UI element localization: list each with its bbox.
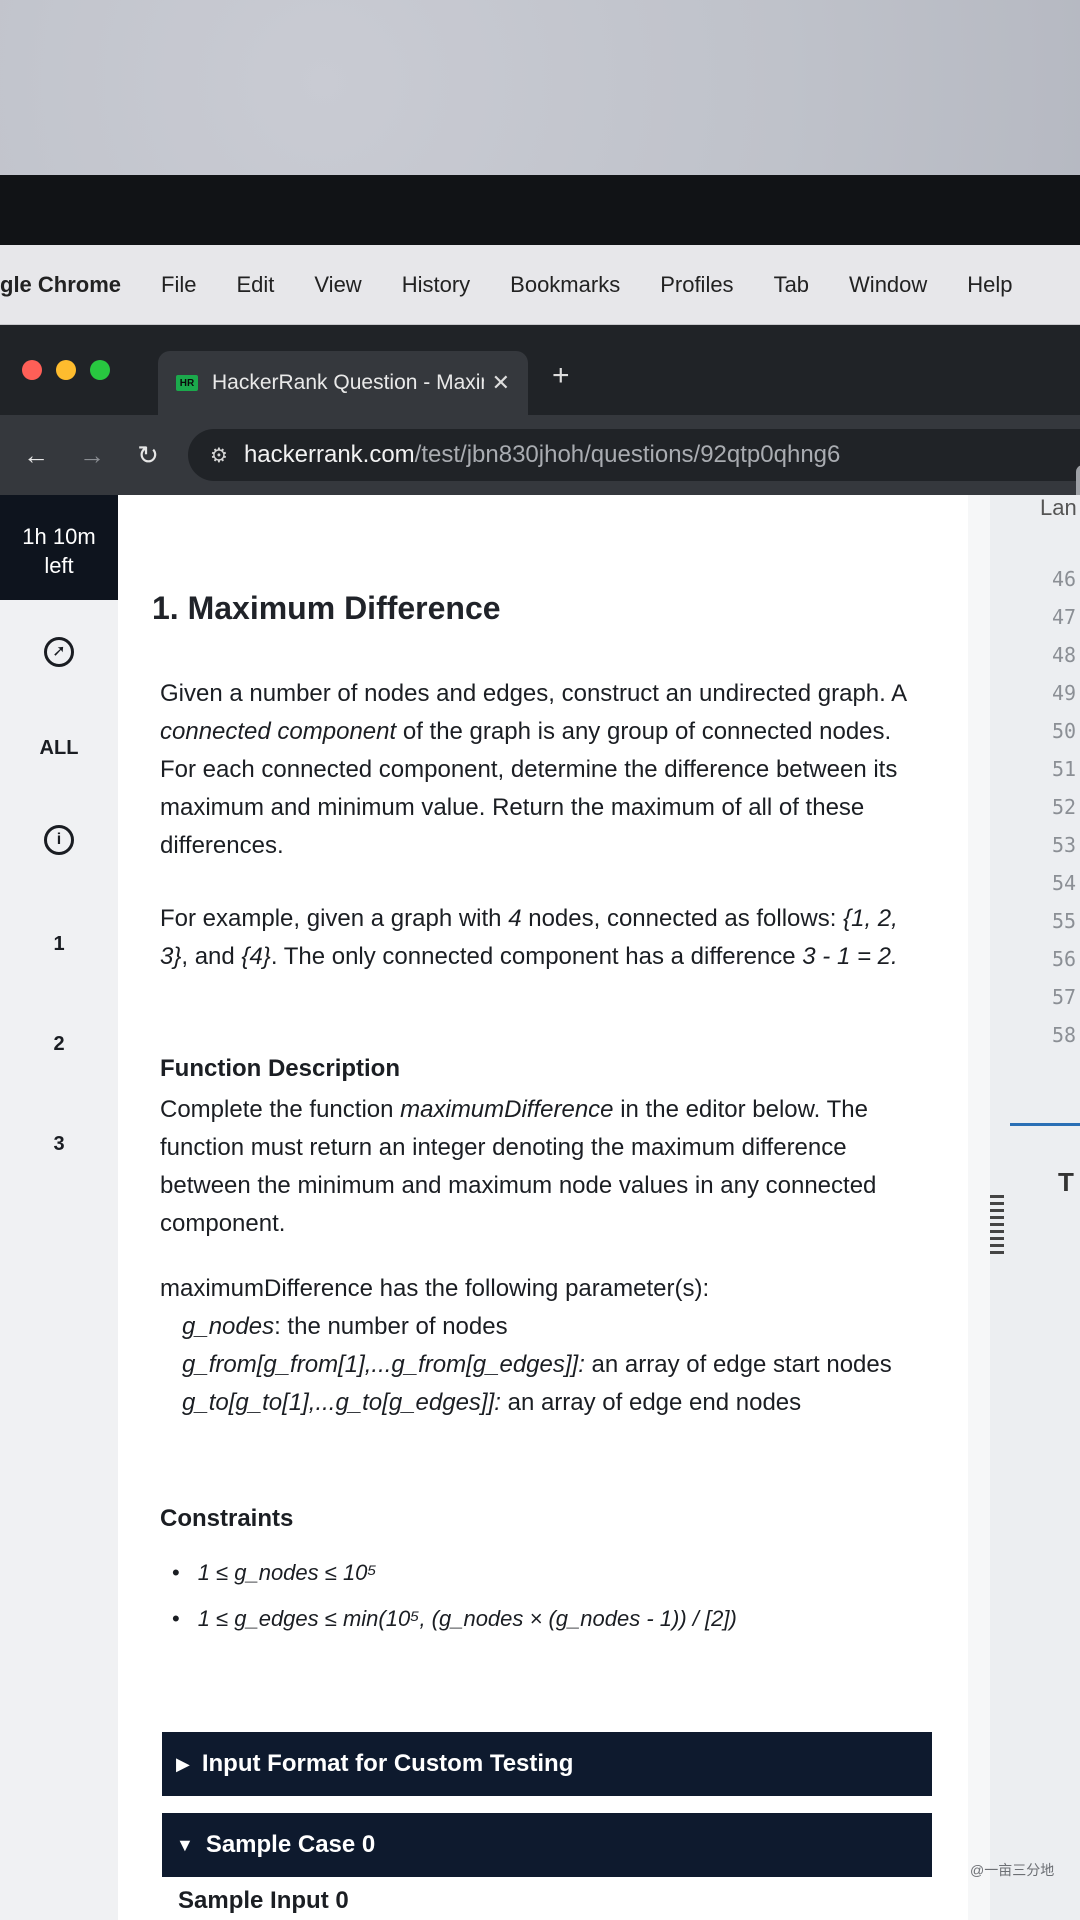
url-host: hackerrank.com <box>243 441 415 468</box>
line-number: 56 <box>1052 947 1077 971</box>
panel-resize-grip[interactable] <box>990 1195 1004 1255</box>
function-description-heading: Function Description <box>160 1055 400 1082</box>
browser-toolbar: ← → ↻ ⚙ hackerrank.com/test/jbn830jhoh/q… <box>0 415 1080 495</box>
forward-arrow-icon[interactable]: → <box>72 440 112 471</box>
line-number: 49 <box>1052 681 1077 705</box>
line-number: 47 <box>1052 605 1077 629</box>
line-number: 50 <box>1052 719 1077 743</box>
tab-title: HackerRank Question - Maxin <box>212 371 484 394</box>
sample-input-heading: Sample Input 0 <box>178 1887 349 1914</box>
minimize-window-button[interactable] <box>56 360 76 380</box>
mac-menu-bar: gle Chrome File Edit View History Bookma… <box>0 245 1080 325</box>
menu-window[interactable]: Window <box>849 272 927 298</box>
info-icon: i <box>44 825 74 855</box>
watermark-text: @一亩三分地 <box>970 1862 1055 1878</box>
line-number: 57 <box>1052 985 1077 1009</box>
browser-tab-active[interactable]: HR HackerRank Question - Maxin ✕ <box>158 351 528 415</box>
param-g-from: g_from[g_from[1],...g_from[g_edges]]: an… <box>182 1351 892 1378</box>
sidebar-item-all[interactable]: ALL <box>0 737 118 760</box>
question-title: 1. Maximum Difference <box>152 590 501 626</box>
expand-arrow-icon: ▶ <box>176 1753 190 1774</box>
laptop-bezel <box>0 175 1080 245</box>
site-info-icon[interactable]: ⚙ <box>210 443 228 468</box>
line-number: 54 <box>1052 871 1077 895</box>
sample-case-0-toggle[interactable]: ▼ Sample Case 0 <box>162 1813 932 1877</box>
constraint-item: • 1 ≤ g_edges ≤ min(10⁵, (g_nodes × (g_no… <box>172 1606 737 1631</box>
question-sidebar: 1h 10m left ➚ ALL i 1 2 3 <box>0 495 118 1920</box>
param-g-to: g_to[g_to[1],...g_to[g_edges]]: an array… <box>182 1389 802 1416</box>
line-number: 52 <box>1052 795 1077 819</box>
url-path: /test/jbn830jhoh/questions/92qtp0qhng6 <box>414 441 841 468</box>
tab-close-icon[interactable]: ✕ <box>492 370 510 396</box>
input-format-toggle[interactable]: ▶ Input Format for Custom Testing <box>162 1732 932 1796</box>
close-window-button[interactable] <box>22 360 42 380</box>
line-number: 53 <box>1052 833 1077 857</box>
question-content: 1. Maximum Difference Given a number of … <box>118 465 1080 1920</box>
menu-app-name[interactable]: gle Chrome <box>0 272 121 298</box>
time-left-badge: 1h 10m left <box>0 495 118 600</box>
sidebar-question-2[interactable]: 2 <box>0 1033 118 1056</box>
info-nav[interactable]: i <box>0 825 118 855</box>
constraints-heading: Constraints <box>160 1505 294 1532</box>
parameters-intro: maximumDifference has the following para… <box>160 1275 710 1302</box>
menu-bookmarks[interactable]: Bookmarks <box>510 272 620 298</box>
question-example: For example, given a graph with 4 nodes,… <box>160 905 898 970</box>
menu-history[interactable]: History <box>402 272 470 298</box>
constraint-item: • 1 ≤ g_nodes ≤ 10⁵ <box>172 1560 377 1585</box>
input-format-label: Input Format for Custom Testing <box>201 1750 574 1777</box>
back-arrow-icon[interactable]: ← <box>16 440 56 471</box>
function-description: Complete the function maximumDifference … <box>160 1096 877 1237</box>
line-number: 58 <box>1052 1023 1077 1047</box>
constraints-list: • 1 ≤ g_nodes ≤ 10⁵ • 1 ≤ g_edges ≤ min(10… <box>160 1550 920 1642</box>
param-g-nodes: g_nodes: the number of nodes <box>182 1313 508 1340</box>
sidebar-question-1[interactable]: 1 <box>0 933 118 956</box>
hackerrank-page: 1h 10m left ➚ ALL i 1 2 3 1. Maximum Dif… <box>0 465 1080 1920</box>
line-number: 55 <box>1052 909 1077 933</box>
editor-tab-label[interactable]: T <box>1058 1167 1074 1198</box>
sample-case-label: Sample Case 0 <box>205 1831 376 1858</box>
address-bar[interactable]: ⚙ hackerrank.com/test/jbn830jhoh/questio… <box>188 429 1080 481</box>
timer-suffix: left <box>44 552 74 578</box>
line-number: 46 <box>1052 567 1077 591</box>
menu-view[interactable]: View <box>314 272 361 298</box>
menu-help[interactable]: Help <box>967 272 1012 298</box>
line-number: 51 <box>1052 757 1077 781</box>
menu-file[interactable]: File <box>161 272 196 298</box>
hackerrank-favicon-icon: HR <box>176 375 198 391</box>
new-tab-plus-icon[interactable]: + <box>552 359 570 393</box>
language-selector-label[interactable]: Lan <box>1040 495 1077 521</box>
compass-icon: ➚ <box>44 637 74 667</box>
zoom-window-button[interactable] <box>90 360 110 380</box>
line-number: 48 <box>1052 643 1077 667</box>
timer-value: 1h 10m <box>22 524 96 549</box>
menu-edit[interactable]: Edit <box>236 272 274 298</box>
menu-tab[interactable]: Tab <box>774 272 809 298</box>
window-controls <box>22 360 110 380</box>
reload-icon[interactable]: ↻ <box>128 440 168 471</box>
question-intro: Given a number of nodes and edges, const… <box>160 680 906 859</box>
parameters-block: maximumDifference has the following para… <box>160 1270 920 1422</box>
editor-tab-underline <box>1010 1123 1080 1126</box>
menu-profiles[interactable]: Profiles <box>660 272 733 298</box>
sidebar-question-3[interactable]: 3 <box>0 1133 118 1156</box>
compass-nav[interactable]: ➚ <box>0 637 118 667</box>
collapse-arrow-icon: ▼ <box>176 1834 194 1855</box>
code-editor-panel: Lan 46 47 48 49 50 51 52 53 54 55 56 57 … <box>990 495 1080 1920</box>
browser-tab-strip: HR HackerRank Question - Maxin ✕ + <box>0 325 1080 415</box>
